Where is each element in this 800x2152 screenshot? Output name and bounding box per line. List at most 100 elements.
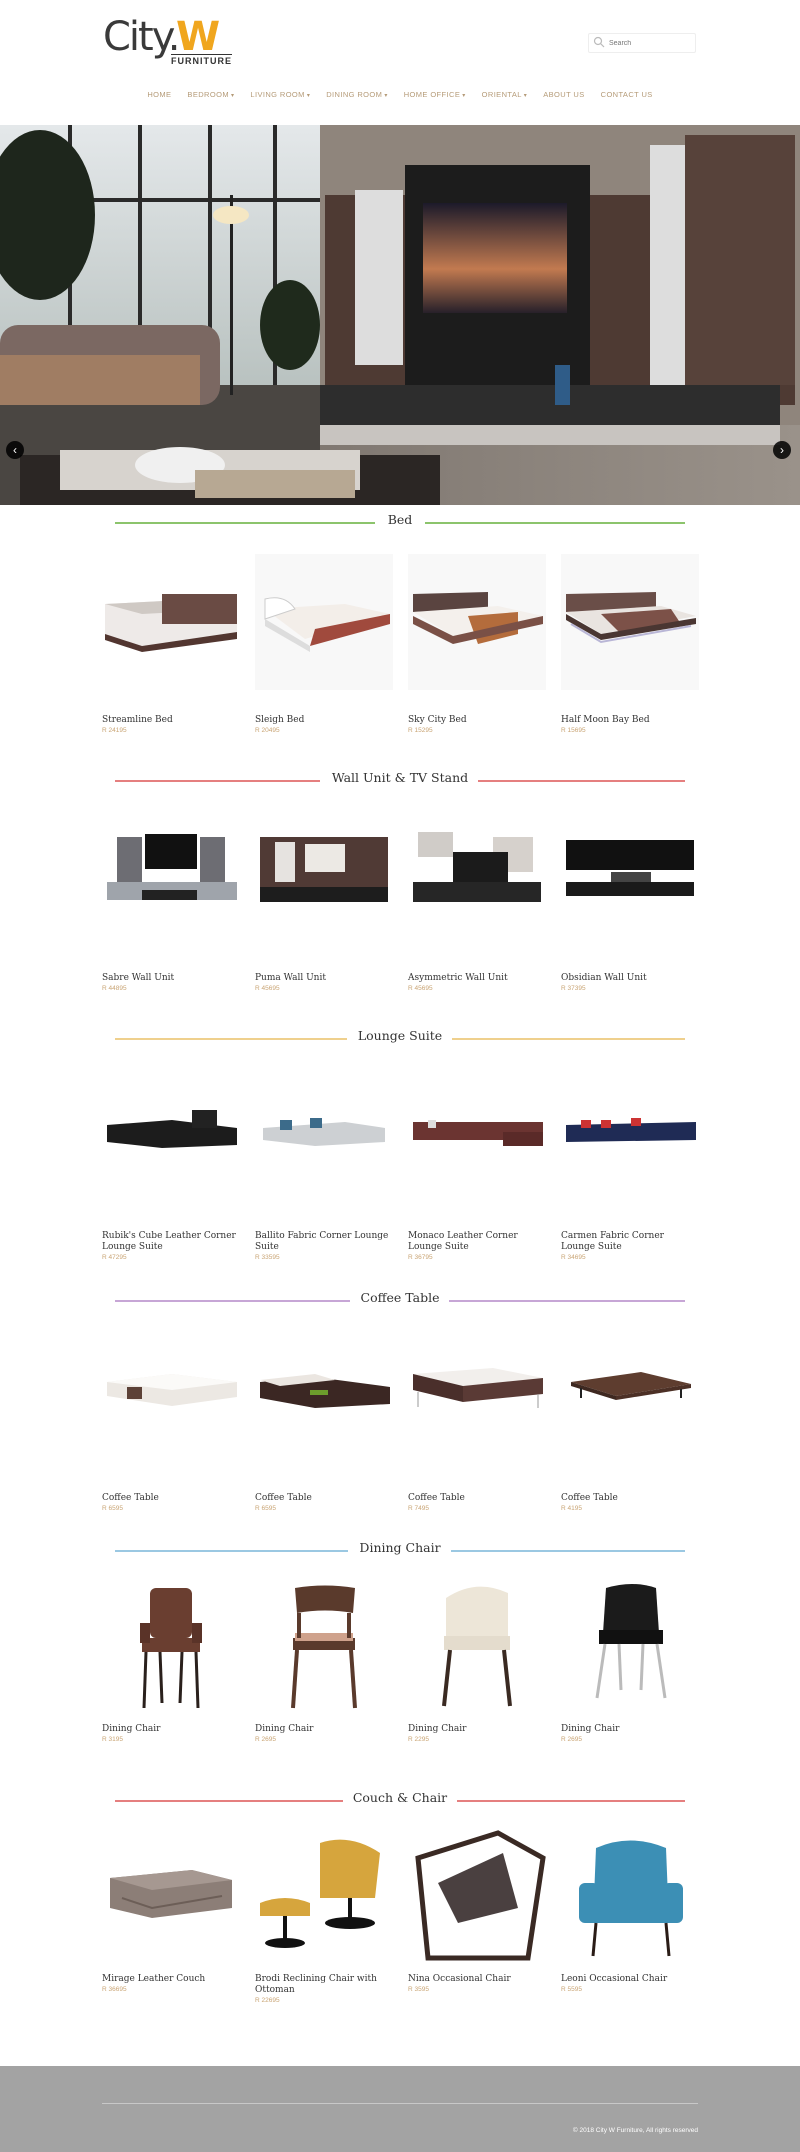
chevron-left-icon: ‹ <box>13 443 17 457</box>
product-grid: Mirage Leather Couch R 36695 Brodi Recli… <box>102 1828 702 2018</box>
hero-image <box>0 125 800 505</box>
nav-home[interactable]: HOME <box>147 90 171 99</box>
product-card[interactable]: Sleigh Bed R 20495 <box>255 554 393 745</box>
product-grid: Sabre Wall Unit R 44895 Puma Wall Unit R… <box>102 812 702 1002</box>
product-name[interactable]: Dining Chair <box>561 1724 699 1735</box>
product-name[interactable]: Dining Chair <box>102 1724 240 1735</box>
product-card[interactable]: Brodi Reclining Chair with Ottoman R 226… <box>255 1828 393 2014</box>
product-card[interactable]: Coffee Table R 7495 <box>408 1332 546 1523</box>
main-nav: HOME BEDROOM ▾ LIVING ROOM ▾ DINING ROOM ▾ … <box>0 90 800 99</box>
nav-label: LIVING ROOM <box>250 90 305 99</box>
logo-furniture: FURNITURE <box>171 54 232 66</box>
product-card[interactable]: Obsidian Wall Unit R 37395 <box>561 812 699 1003</box>
product-name[interactable]: Leoni Occasional Chair <box>561 1974 699 1985</box>
product-name[interactable]: Nina Occasional Chair <box>408 1974 546 1985</box>
section-title: Wall Unit & TV Stand <box>115 770 685 785</box>
product-card[interactable]: Half Moon Bay Bed R 15695 <box>561 554 699 745</box>
product-card[interactable]: Sky City Bed R 15295 <box>408 554 546 745</box>
product-name[interactable]: Puma Wall Unit <box>255 973 393 984</box>
product-name[interactable]: Dining Chair <box>255 1724 393 1735</box>
product-name[interactable]: Streamline Bed <box>102 715 240 726</box>
section-title: Couch & Chair <box>115 1790 685 1805</box>
nav-label: HOME <box>147 90 172 99</box>
nav-bedroom[interactable]: BEDROOM ▾ <box>187 90 234 99</box>
product-image <box>255 1578 393 1714</box>
product-price: R 45695 <box>408 985 433 992</box>
product-grid: Streamline Bed R 24195 Sleigh Bed R 2049… <box>102 554 702 744</box>
product-name[interactable]: Half Moon Bay Bed <box>561 715 699 726</box>
product-card[interactable]: Asymmetric Wall Unit R 45695 <box>408 812 546 1003</box>
product-image <box>102 1828 240 1964</box>
product-card[interactable]: Streamline Bed R 24195 <box>102 554 240 745</box>
product-image <box>561 554 699 690</box>
product-image <box>408 812 546 948</box>
product-card[interactable]: Sabre Wall Unit R 44895 <box>102 812 240 1003</box>
product-card[interactable]: Coffee Table R 4195 <box>561 1332 699 1523</box>
product-name[interactable]: Ballito Fabric Corner Lounge Suite <box>255 1231 393 1253</box>
product-name[interactable]: Sleigh Bed <box>255 715 393 726</box>
product-card[interactable]: Dining Chair R 2695 <box>561 1578 699 1754</box>
product-name[interactable]: Coffee Table <box>102 1493 240 1504</box>
hero-prev-button[interactable]: ‹ <box>6 441 24 459</box>
nav-contact-us[interactable]: CONTACT US <box>601 90 653 99</box>
product-price: R 2295 <box>408 1736 429 1743</box>
product-price: R 6595 <box>255 1505 276 1512</box>
section-title: Coffee Table <box>115 1290 685 1305</box>
product-price: R 44895 <box>102 985 127 992</box>
product-card[interactable]: Dining Chair R 3195 <box>102 1578 240 1754</box>
product-card[interactable]: Nina Occasional Chair R 3595 <box>408 1828 546 2004</box>
product-name[interactable]: Dining Chair <box>408 1724 546 1735</box>
product-price: R 15695 <box>561 727 586 734</box>
product-price: R 2695 <box>255 1736 276 1743</box>
product-price: R 36695 <box>102 1986 127 1993</box>
product-card[interactable]: Dining Chair R 2695 <box>255 1578 393 1754</box>
section-title: Lounge Suite <box>115 1028 685 1043</box>
search-box[interactable] <box>588 33 696 53</box>
product-grid: Coffee Table R 6595 Coffee Table R 6595 … <box>102 1332 702 1522</box>
section-title: Bed <box>115 512 685 527</box>
logo[interactable]: City. W FURNITURE <box>103 14 243 66</box>
nav-living-room[interactable]: LIVING ROOM ▾ <box>250 90 310 99</box>
product-card[interactable]: Rubik's Cube Leather Corner Lounge Suite… <box>102 1070 240 1271</box>
product-image <box>255 1828 393 1964</box>
product-name[interactable]: Mirage Leather Couch <box>102 1974 240 1985</box>
nav-label: ORIENTAL <box>481 90 522 99</box>
product-name[interactable]: Sabre Wall Unit <box>102 973 240 984</box>
product-card[interactable]: Ballito Fabric Corner Lounge Suite R 335… <box>255 1070 393 1271</box>
product-card[interactable]: Leoni Occasional Chair R 5595 <box>561 1828 699 2004</box>
nav-label: ABOUT US <box>543 90 585 99</box>
product-name[interactable]: Asymmetric Wall Unit <box>408 973 546 984</box>
nav-home-office[interactable]: HOME OFFICE ▾ <box>404 90 466 99</box>
product-card[interactable]: Mirage Leather Couch R 36695 <box>102 1828 240 2004</box>
product-image <box>561 1332 699 1468</box>
product-name[interactable]: Brodi Reclining Chair with Ottoman <box>255 1974 393 1996</box>
product-card[interactable]: Coffee Table R 6595 <box>102 1332 240 1523</box>
product-card[interactable]: Puma Wall Unit R 45695 <box>255 812 393 1003</box>
site-footer: © 2018 City W Furniture, All rights rese… <box>0 2066 800 2152</box>
product-name[interactable]: Sky City Bed <box>408 715 546 726</box>
product-name[interactable]: Coffee Table <box>408 1493 546 1504</box>
product-name[interactable]: Coffee Table <box>561 1493 699 1504</box>
nav-about-us[interactable]: ABOUT US <box>543 90 584 99</box>
product-image <box>255 554 393 690</box>
product-card[interactable]: Carmen Fabric Corner Lounge Suite R 3469… <box>561 1070 699 1271</box>
product-name[interactable]: Obsidian Wall Unit <box>561 973 699 984</box>
product-card[interactable]: Monaco Leather Corner Lounge Suite R 367… <box>408 1070 546 1271</box>
chevron-down-icon: ▾ <box>230 93 235 99</box>
nav-oriental[interactable]: ORIENTAL ▾ <box>482 90 528 99</box>
product-name[interactable]: Rubik's Cube Leather Corner Lounge Suite <box>102 1231 240 1253</box>
product-card[interactable]: Dining Chair R 2295 <box>408 1578 546 1754</box>
nav-dining-room[interactable]: DINING ROOM ▾ <box>326 90 388 99</box>
product-name[interactable]: Coffee Table <box>255 1493 393 1504</box>
search-input[interactable] <box>609 36 693 50</box>
product-name[interactable]: Monaco Leather Corner Lounge Suite <box>408 1231 546 1253</box>
product-image <box>102 1578 240 1714</box>
section-title: Dining Chair <box>115 1540 685 1555</box>
chevron-down-icon: ▾ <box>523 93 528 99</box>
product-name[interactable]: Carmen Fabric Corner Lounge Suite <box>561 1231 699 1253</box>
hero-slider: ‹ › <box>0 125 800 505</box>
product-price: R 5595 <box>561 1986 582 1993</box>
product-price: R 36795 <box>408 1254 433 1261</box>
product-card[interactable]: Coffee Table R 6595 <box>255 1332 393 1523</box>
hero-next-button[interactable]: › <box>773 441 791 459</box>
